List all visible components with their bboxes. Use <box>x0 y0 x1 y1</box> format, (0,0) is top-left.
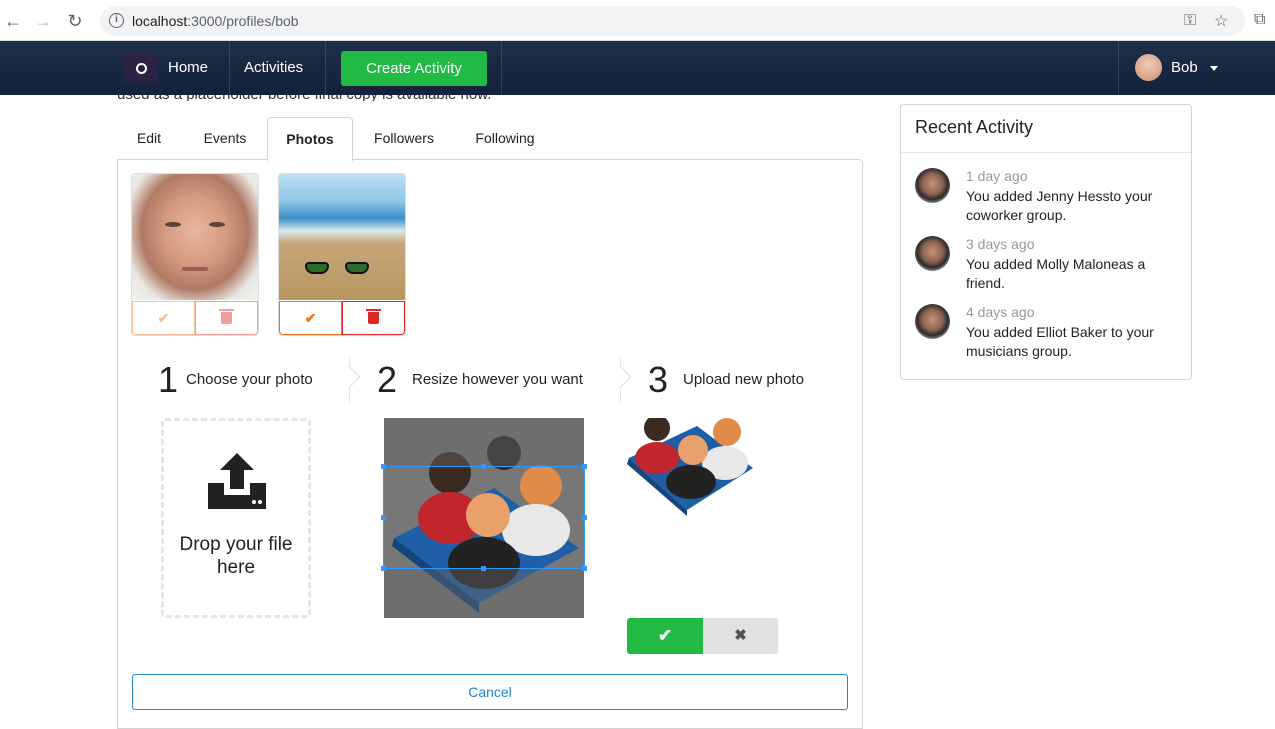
nav-divider <box>501 41 502 95</box>
feed-text: You added Elliot Baker to your musicians… <box>966 324 1154 359</box>
step-label: Choose your photo <box>186 371 313 388</box>
feed-text: You added Jenny Hessto your coworker gro… <box>966 188 1153 223</box>
crop-handle[interactable] <box>381 566 386 571</box>
key-icon[interactable]: ⚿ <box>1184 12 1196 30</box>
feed-date: 1 day ago <box>966 168 1028 184</box>
tab-photos[interactable]: Photos <box>267 117 353 161</box>
url-text: localhost:3000/profiles/bob <box>132 13 299 29</box>
extensions-icon[interactable]: ⧉ <box>1254 11 1265 29</box>
crop-preview <box>627 418 755 516</box>
avatar <box>1135 54 1162 81</box>
card-header: Recent Activity <box>901 105 1191 153</box>
recent-activity-card: Recent Activity 1 day ago You added Jenn… <box>900 104 1192 380</box>
tab-events[interactable]: Events <box>191 117 259 160</box>
nav-activities[interactable]: Activities <box>244 41 303 95</box>
cancel-crop-button[interactable]: ✖ <box>703 618 778 654</box>
user-menu[interactable]: Bob <box>1118 41 1275 95</box>
profile-photo <box>132 174 258 300</box>
avatar <box>915 168 950 203</box>
card-title: Recent Activity <box>915 117 1034 137</box>
check-icon: ✔ <box>304 309 317 326</box>
dropzone-text: Drop your file here <box>179 534 293 578</box>
step-number: 2 <box>377 359 398 400</box>
confirm-upload-button[interactable]: ✔ <box>627 618 703 654</box>
step-label: Resize however you want <box>412 371 583 388</box>
top-navbar: Home Activities Create Activity Bob <box>0 41 1275 95</box>
avatar <box>915 304 950 339</box>
brand-logo[interactable] <box>124 54 157 81</box>
tab-following[interactable]: Following <box>463 117 547 160</box>
create-activity-button[interactable]: Create Activity <box>341 51 487 86</box>
set-main-photo-button[interactable]: ✔ <box>279 301 342 335</box>
trash-icon <box>366 309 381 324</box>
profile-description: used as a placeholder before final copy … <box>117 95 491 101</box>
file-dropzone[interactable]: Drop your file here <box>161 418 311 618</box>
crop-handle[interactable] <box>481 566 486 571</box>
star-icon[interactable]: ☆ <box>1214 11 1228 31</box>
reload-icon[interactable]: ↻ <box>64 10 86 32</box>
tab-edit[interactable]: Edit <box>117 117 181 160</box>
step-label: Upload new photo <box>683 371 804 388</box>
photo-thumbnail <box>279 174 405 300</box>
delete-photo-button[interactable] <box>195 301 258 335</box>
address-bar[interactable]: i localhost:3000/profiles/bob ⚿ ☆ <box>100 6 1245 36</box>
photo-card: ✔ <box>131 173 259 336</box>
crop-handle[interactable] <box>381 464 386 469</box>
check-icon: ✔ <box>157 309 170 326</box>
avatar <box>915 236 950 271</box>
crop-selection[interactable] <box>381 464 587 571</box>
set-main-photo-button[interactable]: ✔ <box>132 301 195 335</box>
upload-icon <box>208 453 266 509</box>
tab-followers[interactable]: Followers <box>363 117 445 160</box>
trash-icon <box>219 309 234 324</box>
user-name: Bob <box>1171 59 1198 76</box>
feed-text: You added Molly Maloneas a friend. <box>966 256 1146 291</box>
crop-handle[interactable] <box>582 464 587 469</box>
nav-divider <box>229 41 230 95</box>
crop-handle[interactable] <box>381 515 386 520</box>
step-number: 1 <box>158 359 179 400</box>
forward-icon[interactable]: → <box>32 10 54 32</box>
nav-home[interactable]: Home <box>168 41 208 95</box>
photo-card: ✔ <box>278 173 406 336</box>
browser-toolbar: ← → ↻ i localhost:3000/profiles/bob ⚿ ☆ … <box>0 0 1275 41</box>
delete-photo-button[interactable] <box>342 301 405 335</box>
feed-date: 3 days ago <box>966 236 1035 252</box>
crop-handle[interactable] <box>582 515 587 520</box>
site-info-icon[interactable]: i <box>109 13 124 28</box>
crop-handle[interactable] <box>582 566 587 571</box>
caret-down-icon <box>1210 66 1218 71</box>
feed-date: 4 days ago <box>966 304 1035 320</box>
nav-divider <box>325 41 326 95</box>
step-number: 3 <box>648 359 669 400</box>
cancel-button[interactable]: Cancel <box>132 674 848 710</box>
crop-handle[interactable] <box>481 464 486 469</box>
back-icon[interactable]: ← <box>2 10 24 32</box>
